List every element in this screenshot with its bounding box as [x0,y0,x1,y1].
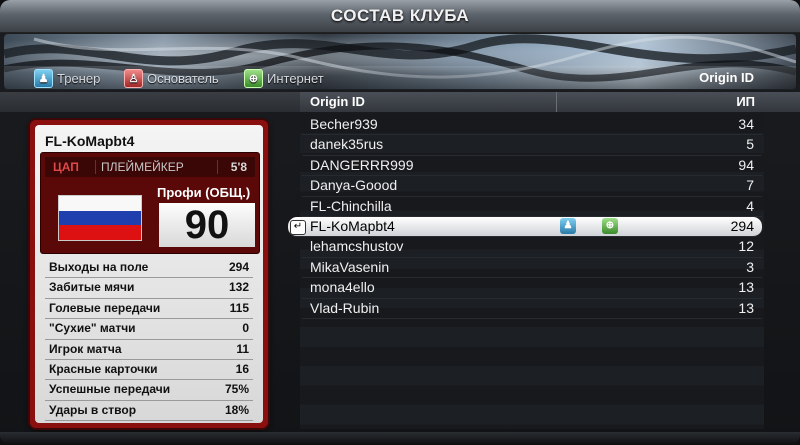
list-item[interactable]: FL-Chinchilla 4 [302,197,762,217]
member-value: 3 [746,258,754,275]
legend-coach: ♟ Тренер [34,68,100,88]
list-item[interactable]: Becher939 34 [302,115,762,136]
bottom-strip [0,432,800,445]
member-name: FL-KoMapbt4 [310,217,395,234]
legend-coach-label: Тренер [57,70,101,86]
list-item[interactable]: Danya-Goood 7 [302,176,762,197]
stat-label: Выходы на поле [49,260,149,274]
selection-arrow-icon: ↵ [290,219,306,235]
stat-row: Красные карточки 16 [45,360,253,381]
coach-icon: ♟ [34,68,53,88]
member-value: 5 [746,136,754,153]
coach-icon: ♟ [560,217,576,234]
tag-divider [217,160,218,174]
stat-label: Красные карточки [49,361,158,376]
column-divider [556,92,557,112]
member-name: Vlad-Rubin [310,299,380,316]
stat-label: Игрок матча [49,341,122,356]
stat-row: Игрок матча 11 [45,340,253,360]
list-item[interactable]: MikaVasenin 3 [302,258,762,279]
legend-internet: ⊕ Интернет [244,68,324,88]
member-name: Becher939 [310,116,378,132]
list-item[interactable]: Vlad-Rubin 13 [302,299,762,319]
stat-value: 115 [229,300,249,315]
tag-divider [95,160,96,174]
player-tags: ЦАП ПЛЕЙМЕЙКЕР 5'8 [45,157,255,177]
stat-label: "Сухие" матчи [49,321,136,336]
member-name: FL-Chinchilla [310,197,392,214]
rating-label: Профи (ОБЩ.) [157,185,251,200]
player-height: 5'8 [230,160,247,174]
stat-row: Голевые передачи 115 [45,299,253,320]
stat-value: 11 [236,341,249,356]
list-item-selected[interactable]: ↵ FL-KoMapbt4 ♟ ⊕ 294 [288,216,762,238]
member-name: MikaVasenin [310,258,390,275]
member-name: lehamcshustov [310,238,404,255]
player-position: ЦАП [53,160,79,174]
player-name: FL-KoMapbt4 [45,133,135,149]
list-item[interactable]: mona4ello 13 [302,278,762,299]
player-role: ПЛЕЙМЕЙКЕР [101,160,184,174]
legend-internet-label: Интернет [267,70,324,86]
member-value: 34 [738,116,754,132]
member-value: 12 [738,238,754,255]
stat-value: 132 [228,280,249,295]
legend-bar: ♟ Тренер ♙ Основатель ⊕ Интернет Origin … [4,66,796,90]
founder-icon: ♙ [124,68,143,88]
column-origin-id[interactable]: Origin ID [310,92,365,112]
player-card: FL-KoMapbt4 ЦАП ПЛЕЙМЕЙКЕР 5'8 Профи (ОБ… [30,120,268,428]
member-list: Becher939 34 danek35rus 5 DANGERRR999 94 Da… [288,115,762,319]
stat-label: Удары в створ [49,402,137,417]
list-item[interactable]: lehamcshustov 12 [302,237,762,258]
player-card-body: FL-KoMapbt4 ЦАП ПЛЕЙМЕЙКЕР 5'8 Профи (ОБ… [35,125,263,423]
member-value: 7 [746,177,754,194]
stat-value: 18% [224,402,249,417]
internet-icon: ⊕ [244,68,263,88]
member-value: 13 [738,279,754,296]
rating-box: 90 [159,203,255,247]
list-item[interactable]: DANGERRR999 94 [302,156,762,177]
member-value: 94 [738,156,754,173]
stat-row: Забитые мячи 132 [45,278,253,299]
member-value: 4 [746,197,754,214]
member-name: danek35rus [310,136,384,153]
list-column-header: Origin ID ИП [0,92,800,112]
internet-icon: ⊕ [602,217,618,234]
player-info-panel: ЦАП ПЛЕЙМЕЙКЕР 5'8 Профи (ОБЩ.) 90 [40,152,260,254]
stat-row: "Сухие" матчи 0 [45,319,253,340]
member-name: mona4ello [310,279,375,296]
legend-founder: ♙ Основатель [124,68,219,88]
player-rating: 90 [184,203,230,247]
stat-value: 16 [235,361,249,376]
stat-row: Выходы на поле 294 [45,258,253,279]
title-bar: СОСТАВ КЛУБА [0,0,800,33]
member-name: Danya-Goood [310,177,398,194]
column-ip[interactable]: ИП [736,92,755,112]
member-value: 13 [738,299,754,316]
member-value: 294 [730,217,754,234]
header-left-filler [0,92,300,112]
player-stats: Выходы на поле 294 Забитые мячи 132 Голевы… [45,258,253,422]
stat-row: Удары в створ 18% [45,401,253,422]
stat-value: 294 [228,260,249,274]
stat-label: Голевые передачи [49,300,161,315]
stat-label: Успешные передачи [49,382,171,397]
stat-row: Успешные передачи 75% [45,380,253,401]
window-title: СОСТАВ КЛУБА [330,6,470,25]
stat-value: 0 [242,321,249,336]
list-item[interactable]: danek35rus 5 [302,135,762,156]
legend-founder-label: Основатель [147,70,219,86]
stat-label: Забитые мячи [49,280,135,295]
club-roster-window: СОСТАВ КЛУБА ♟ Тренер ♙ Основатель ⊕ Инт… [0,0,800,445]
member-name: DANGERRR999 [310,156,414,173]
sort-mode-label[interactable]: Origin ID [699,68,754,88]
stat-value: 75% [224,382,249,397]
russia-flag-icon [58,195,142,241]
